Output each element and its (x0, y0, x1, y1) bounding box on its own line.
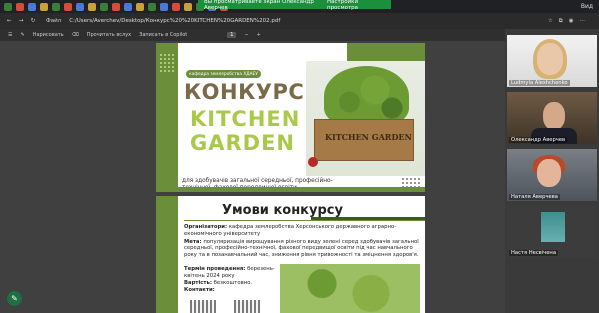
screen-share-banner: Вы просматриваете экран Олександр Аверче… (198, 0, 391, 11)
organizers-row: Організатори: кафедра землеробства Херсо… (184, 224, 420, 237)
participant-tile[interactable]: Настя Несвічена (507, 206, 597, 258)
menu-icon[interactable]: ☰ (8, 32, 12, 38)
read-aloud-button[interactable]: Прочитать вслух (87, 32, 131, 38)
tab-icon[interactable] (136, 2, 144, 11)
tab-icon[interactable] (148, 2, 156, 11)
participant-tile[interactable]: Ludmyla Aleshchenko (507, 35, 597, 87)
app-window: Вы просматриваете экран Олександр Аверче… (0, 0, 599, 313)
zoom-in-icon[interactable]: + (257, 32, 261, 38)
share-message: Вы просматриваете экран Олександр Аверче… (204, 0, 314, 11)
tomato (308, 157, 318, 167)
conditions-left: Термін проведення: березень-квітень 2024… (184, 266, 278, 294)
tab-icon[interactable] (100, 2, 108, 11)
term-label: Термін проведення: (184, 266, 246, 272)
organizers-label: Організатори: (184, 224, 228, 230)
file-label: Файл (46, 18, 62, 24)
tab-icon[interactable] (76, 2, 84, 11)
contest-title: КОНКУРС (184, 80, 305, 104)
address-bar: ← → ↻ Файл C:/Users/Averchev/Desktop/Кон… (0, 13, 599, 29)
draw-icon[interactable]: ✎ (20, 32, 24, 38)
annotate-button[interactable]: ✎ (7, 291, 22, 306)
tab-icon[interactable] (28, 2, 36, 11)
tab-icon[interactable] (40, 2, 48, 11)
view-menu[interactable]: Вид (581, 3, 593, 10)
tab-icon[interactable] (184, 2, 192, 11)
green-block (347, 43, 425, 61)
contacts-row: Контакти: (184, 287, 278, 294)
favorite-icon[interactable]: ☆ (548, 18, 559, 24)
pdf-page-1: кафедра землеробства ХДАЕУ КОНКУРС KITCH… (156, 43, 425, 192)
tab-icon[interactable] (64, 2, 72, 11)
tab-icon[interactable] (160, 2, 168, 11)
url-field[interactable]: C:/Users/Averchev/Desktop/Конкурс%20%20K… (69, 18, 280, 24)
herbs (324, 66, 409, 126)
tab-icon[interactable] (172, 2, 180, 11)
green-strip (156, 187, 425, 192)
goal-label: Мета: (184, 238, 202, 245)
participants-panel: Ludmyla Aleshchenko Олександр Аверчев На… (505, 29, 599, 313)
cost-text: безкоштовно. (213, 280, 253, 286)
qr-code (190, 300, 216, 313)
participant-tile[interactable]: Олександр Аверчев (507, 92, 597, 144)
profile-icon[interactable]: ◉ (569, 18, 580, 24)
participant-name: Олександр Аверчев (509, 137, 568, 143)
participant-name: Наталя Аверчева (509, 194, 560, 200)
browser-actions: ☆⧉◉⋯ (548, 18, 591, 25)
pdf-page-2: Умови конкурсу Організатори: кафедра зем… (156, 196, 425, 313)
back-icon[interactable]: ← (6, 18, 12, 24)
goal-text: популяризація вирощування різного виду з… (184, 238, 419, 258)
view-settings-button[interactable]: Настройки просмотра (327, 0, 391, 11)
conditions-title: Умови конкурсу (222, 203, 343, 218)
more-icon[interactable]: ⋯ (580, 18, 592, 24)
tab-icon[interactable] (88, 2, 96, 11)
tab-icon[interactable] (16, 2, 24, 11)
extensions-icon[interactable]: ⧉ (559, 18, 569, 24)
browser-tab-bar: Вы просматриваете экран Олександр Аверче… (0, 0, 599, 13)
wooden-box: KITCHEN GARDEN (314, 119, 414, 161)
page-number-input[interactable]: 1 (227, 32, 237, 38)
kitchen-word: KITCHEN (190, 107, 301, 131)
department-tag: кафедра землеробства ХДАЕУ (186, 70, 261, 78)
draw-button[interactable]: Нарисовать (33, 32, 64, 38)
divider (184, 220, 425, 221)
participant-tile[interactable]: Наталя Аверчева (507, 149, 597, 201)
contacts-label: Контакти: (184, 287, 215, 293)
herbs-box-image: KITCHEN GARDEN (306, 61, 425, 176)
goal-row: Мета: популяризація вирощування різного … (184, 239, 420, 259)
tab-icon[interactable] (112, 2, 120, 11)
term-row: Термін проведення: березень-квітень 2024… (184, 266, 278, 280)
tab-icon[interactable] (124, 2, 132, 11)
conditions-body: Організатори: кафедра землеробства Херсо… (184, 224, 420, 260)
participant-face (537, 43, 563, 75)
tab-icon[interactable] (52, 2, 60, 11)
participant-name: Ludmyla Aleshchenko (509, 80, 570, 86)
cost-row: Вартість: безкоштовно. (184, 280, 278, 287)
zoom-out-icon[interactable]: − (244, 32, 248, 38)
cost-label: Вартість: (184, 280, 212, 286)
avatar (541, 212, 565, 242)
participant-name: Настя Несвічена (509, 250, 558, 256)
qr-code (234, 300, 260, 313)
refresh-icon[interactable]: ↻ (30, 18, 36, 24)
box-label: KITCHEN GARDEN (325, 132, 412, 142)
participant-face (543, 102, 565, 130)
copilot-button[interactable]: Записать в Copilot (139, 32, 187, 38)
greens-image (280, 264, 420, 313)
green-bar (156, 196, 178, 313)
pdf-viewer[interactable]: кафедра землеробства ХДАЕУ КОНКУРС KITCH… (0, 41, 505, 313)
forward-icon[interactable]: → (18, 18, 24, 24)
dot-pattern (159, 53, 175, 73)
participant-face (537, 159, 561, 187)
tab-icon[interactable] (4, 2, 12, 11)
garden-word: GARDEN (190, 131, 296, 155)
erase-icon[interactable]: ⌫ (72, 32, 79, 38)
